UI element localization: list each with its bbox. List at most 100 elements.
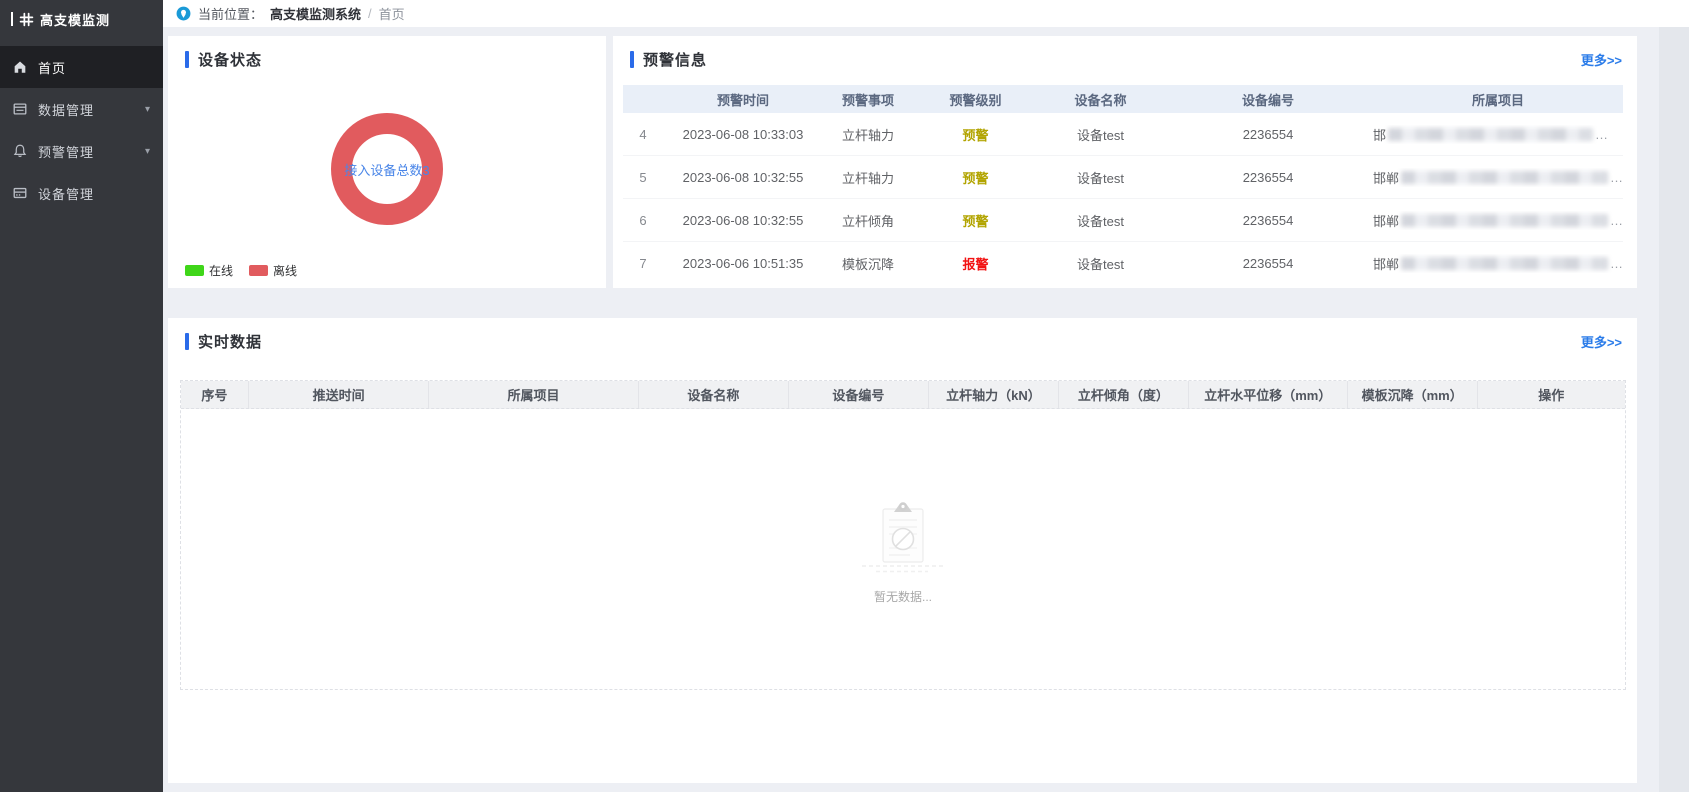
- project-name: 邯郸…: [1373, 211, 1623, 230]
- warning-info-title: 预警信息: [643, 49, 707, 70]
- home-icon: [12, 59, 28, 75]
- realtime-data-title: 实时数据: [198, 331, 262, 352]
- device-code: 2236554: [1163, 256, 1373, 271]
- column-header: 设备名称: [639, 381, 789, 408]
- redacted-text: [1401, 214, 1608, 227]
- column-header: 所属项目: [1373, 90, 1623, 109]
- warning-time: 2023-06-08 10:32:55: [663, 170, 823, 185]
- title-accent-bar: [185, 51, 189, 68]
- warnings-table-header: 预警时间 预警事项 预警级别 设备名称 设备编号 所属项目: [623, 85, 1623, 113]
- breadcrumb-system-link[interactable]: 高支模监测系统: [270, 4, 361, 23]
- sidebar-item-label: 首页: [38, 58, 66, 77]
- right-gutter: [1659, 27, 1689, 792]
- data-icon: [12, 101, 28, 117]
- warning-level-badge: 预警: [913, 211, 1038, 230]
- device-icon: [12, 185, 28, 201]
- empty-text: 暂无数据...: [858, 588, 948, 605]
- empty-state: 暂无数据...: [858, 499, 948, 605]
- legend-label: 离线: [273, 262, 297, 279]
- legend-label: 在线: [209, 262, 233, 279]
- warning-row: 6 2023-06-08 10:32:55 立杆倾角 预警 设备test 223…: [623, 199, 1623, 242]
- warning-item: 模板沉降: [823, 254, 913, 273]
- warning-row: 5 2023-06-08 10:32:55 立杆轴力 预警 设备test 223…: [623, 156, 1623, 199]
- sidebar-item-device-management[interactable]: 设备管理: [0, 172, 163, 214]
- column-header: 预警级别: [913, 90, 1038, 109]
- warning-item: 立杆倾角: [823, 211, 913, 230]
- column-header: 立杆水平位移（mm）: [1189, 381, 1348, 408]
- column-header: 设备名称: [1038, 90, 1163, 109]
- column-header: 所属项目: [429, 381, 638, 408]
- column-header: 设备编号: [1163, 90, 1373, 109]
- app-logo: 高支模监测: [0, 0, 163, 38]
- device-name: 设备test: [1038, 168, 1163, 187]
- logo-bar: [11, 12, 13, 26]
- column-header: 预警事项: [823, 90, 913, 109]
- device-status-donut-chart: 接入设备总数3: [331, 113, 443, 225]
- breadcrumb-prefix: 当前位置：: [198, 4, 263, 23]
- chart-legend: 在线 离线: [185, 262, 297, 279]
- warning-level-badge: 报警: [913, 254, 1038, 273]
- realtime-more-link[interactable]: 更多>>: [1581, 332, 1622, 351]
- column-header: 操作: [1478, 381, 1625, 408]
- warning-time: 2023-06-06 10:51:35: [663, 256, 823, 271]
- device-name: 设备test: [1038, 125, 1163, 144]
- warning-time: 2023-06-08 10:33:03: [663, 127, 823, 142]
- redacted-text: [1388, 128, 1593, 141]
- title-accent-bar: [185, 333, 189, 350]
- warning-item: 立杆轴力: [823, 125, 913, 144]
- row-seq: 4: [623, 127, 663, 142]
- column-header: 序号: [181, 381, 249, 408]
- column-header: 设备编号: [789, 381, 929, 408]
- chevron-down-icon: ▾: [145, 146, 151, 157]
- sidebar-item-data-management[interactable]: 数据管理 ▾: [0, 88, 163, 130]
- title-accent-bar: [630, 51, 634, 68]
- donut-center-label: 接入设备总数3: [352, 134, 422, 204]
- device-code: 2236554: [1163, 213, 1373, 228]
- redacted-text: [1401, 171, 1608, 184]
- column-header: 立杆倾角（度）: [1059, 381, 1189, 408]
- sidebar-item-label: 预警管理: [38, 142, 94, 161]
- redacted-text: [1401, 257, 1608, 270]
- device-status-title: 设备状态: [198, 49, 262, 70]
- warnings-more-link[interactable]: 更多>>: [1581, 50, 1622, 69]
- no-data-illustration: [858, 499, 948, 577]
- warning-time: 2023-06-08 10:32:55: [663, 213, 823, 228]
- warnings-table: 预警时间 预警事项 预警级别 设备名称 设备编号 所属项目 4 2023-06-…: [623, 85, 1623, 285]
- row-seq: 5: [623, 170, 663, 185]
- legend-item-online[interactable]: 在线: [185, 262, 233, 279]
- device-code: 2236554: [1163, 127, 1373, 142]
- device-name: 设备test: [1038, 211, 1163, 230]
- sidebar-item-home[interactable]: 首页: [0, 46, 163, 88]
- project-name: 邯郸…: [1373, 254, 1623, 273]
- sidebar-menu: 首页 数据管理 ▾ 预警管理 ▾: [0, 46, 163, 214]
- legend-item-offline[interactable]: 离线: [249, 262, 297, 279]
- realtime-table: 序号 推送时间 所属项目 设备名称 设备编号 立杆轴力（kN） 立杆倾角（度） …: [180, 380, 1626, 690]
- column-header: 立杆轴力（kN）: [929, 381, 1059, 408]
- warning-level-badge: 预警: [913, 125, 1038, 144]
- project-name: 邯郸…: [1373, 168, 1623, 187]
- warning-row: 4 2023-06-08 10:33:03 立杆轴力 预警 设备test 223…: [623, 113, 1623, 156]
- online-swatch: [185, 265, 204, 276]
- warning-level-badge: 预警: [913, 168, 1038, 187]
- app-title: 高支模监测: [40, 10, 110, 29]
- location-pin-icon: [176, 6, 191, 21]
- realtime-data-card: 实时数据 更多>> 序号 推送时间 所属项目 设备名称 设备编号 立杆轴力（kN…: [168, 318, 1637, 783]
- grid-logo-icon: [19, 12, 34, 27]
- breadcrumb-separator: /: [368, 6, 372, 21]
- sidebar-item-label: 设备管理: [38, 184, 94, 203]
- device-status-card: 设备状态 接入设备总数3 在线 离线: [168, 36, 606, 288]
- device-name: 设备test: [1038, 254, 1163, 273]
- breadcrumb-current: 首页: [379, 4, 405, 23]
- sidebar: 高支模监测 首页 数据管理 ▾: [0, 0, 163, 792]
- project-name: 邯…: [1373, 125, 1623, 144]
- row-seq: 7: [623, 256, 663, 271]
- column-header: 推送时间: [249, 381, 430, 408]
- breadcrumb: 当前位置： 高支模监测系统 / 首页: [163, 0, 1689, 27]
- realtime-table-header: 序号 推送时间 所属项目 设备名称 设备编号 立杆轴力（kN） 立杆倾角（度） …: [181, 381, 1625, 409]
- offline-swatch: [249, 265, 268, 276]
- page: 高支模监测 首页 数据管理 ▾: [0, 0, 1689, 792]
- sidebar-item-label: 数据管理: [38, 100, 94, 119]
- column-header: 模板沉降（mm）: [1348, 381, 1478, 408]
- sidebar-item-warning-management[interactable]: 预警管理 ▾: [0, 130, 163, 172]
- column-header: 预警时间: [663, 90, 823, 109]
